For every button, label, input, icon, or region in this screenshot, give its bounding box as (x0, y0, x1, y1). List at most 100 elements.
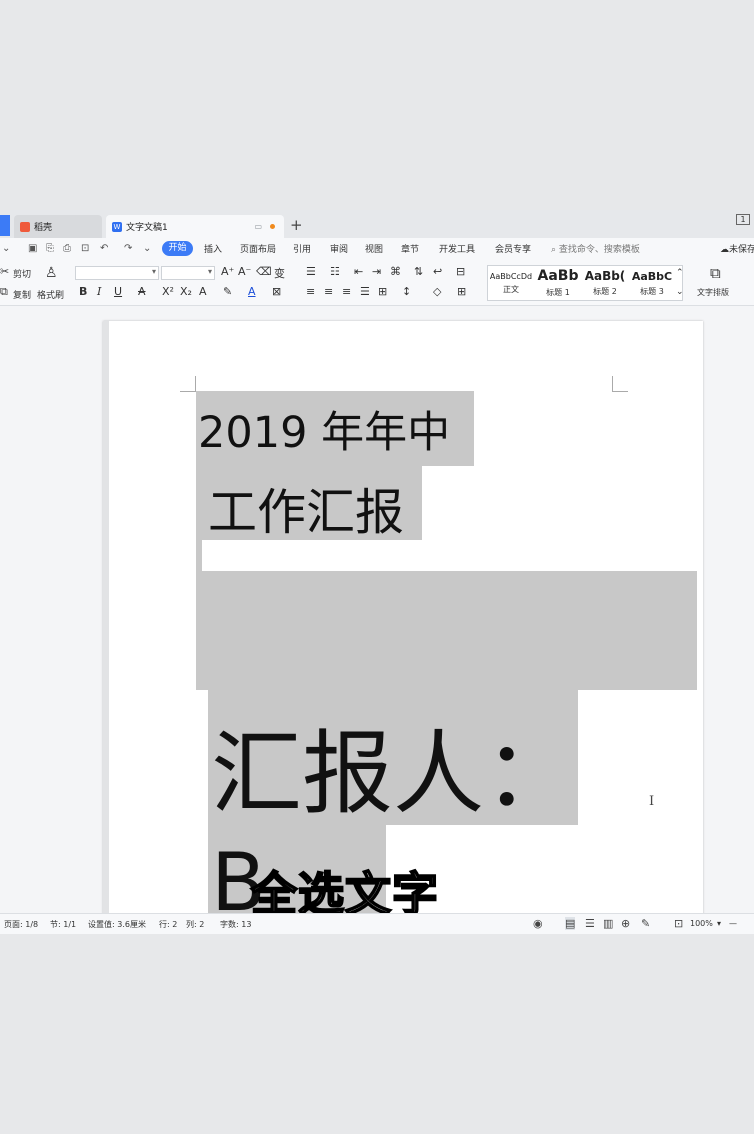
status-col: 列: 2 (186, 920, 205, 929)
justify-icon[interactable]: ☰ (360, 285, 370, 298)
doc-title-line2[interactable]: 工作汇报 (208, 473, 404, 544)
text-layout-button[interactable]: 文字排版 (697, 287, 729, 298)
monitor-icon[interactable]: ▭ (254, 222, 262, 231)
line-spacing-icon[interactable]: ↕ (402, 285, 411, 298)
write-icon[interactable]: ✎ (641, 917, 650, 930)
chinese-layout-icon[interactable]: ⌘ (390, 265, 401, 278)
writer-icon: W (112, 221, 122, 232)
undo-icon[interactable]: ↶ (100, 243, 108, 254)
style-heading-1[interactable]: AaBb 标题 1 (535, 268, 581, 298)
scissors-icon[interactable]: ✂ (0, 265, 9, 278)
status-setting[interactable]: 设置值: 3.6厘米 (88, 919, 146, 930)
borders-icon[interactable]: ⊞ (457, 285, 466, 298)
copy-icon[interactable]: ⧉ (0, 285, 8, 299)
subscript-icon[interactable]: X₂ (180, 285, 192, 298)
new-tab-button[interactable]: + (290, 216, 303, 234)
clear-format-icon[interactable]: ⌫ (256, 265, 272, 278)
menu-review[interactable]: 审阅 (330, 242, 348, 255)
print-icon[interactable]: ⎙ (63, 243, 71, 254)
menu-bar: ⌄ ▣ ⎘ ⎙ ⊡ ↶ ↷ ⌄ 开始 插入 页面布局 引用 审阅 视图 章节 开… (0, 238, 754, 260)
zoom-dropdown-icon[interactable]: ▾ (717, 919, 721, 928)
italic-icon[interactable]: I (97, 285, 101, 298)
zoom-level[interactable]: 100% (690, 919, 713, 928)
doc-title-line1[interactable]: 2019 年年中 (198, 398, 450, 460)
search-placeholder: 查找命令、搜索模板 (558, 245, 640, 255)
status-section[interactable]: 节: 1/1 (50, 919, 76, 930)
cut-button[interactable]: 剪切 (13, 267, 31, 280)
paragraph-mark-icon[interactable]: ↩ (433, 265, 442, 278)
strikethrough-icon[interactable]: A (138, 285, 146, 298)
web-view-icon[interactable]: ⊕ (621, 917, 630, 930)
fit-page-icon[interactable]: ⊡ (674, 917, 683, 930)
tab-ruler-icon[interactable]: ⊟ (456, 265, 465, 278)
text-effect-icon[interactable]: A (199, 285, 207, 298)
search-icon: ⌕ (551, 245, 557, 255)
save-icon[interactable]: ▣ (28, 243, 37, 254)
unsaved-dot-icon (270, 224, 275, 229)
save-status[interactable]: ☁未保存 (720, 242, 754, 255)
preview-icon[interactable]: ⊡ (81, 243, 89, 254)
menu-insert[interactable]: 插入 (204, 242, 222, 255)
align-center-icon[interactable]: ≡ (324, 285, 333, 298)
menu-references[interactable]: 引用 (293, 242, 311, 255)
superscript-icon[interactable]: X² (162, 285, 174, 298)
style-heading-3[interactable]: AaBbC 标题 3 (629, 268, 675, 297)
status-word-count[interactable]: 字数: 13 (220, 919, 251, 930)
bold-icon[interactable]: B (79, 285, 87, 298)
font-color-icon[interactable]: A (248, 285, 256, 298)
unsaved-label: 未保存 (729, 245, 754, 255)
command-search[interactable]: ⌕ 查找命令、搜索模板 (551, 242, 640, 255)
format-painter-button[interactable]: 格式刷 (37, 288, 64, 301)
window-count-button[interactable]: 1 (736, 214, 750, 225)
home-tab-edge[interactable] (0, 215, 10, 236)
menu-page-layout[interactable]: 页面布局 (240, 242, 276, 255)
zoom-out-button[interactable]: — (729, 919, 737, 928)
sort-icon[interactable]: ⇅ (414, 265, 423, 278)
chevron-down-icon[interactable]: ⌄ (2, 243, 10, 254)
bottom-blank-area (0, 934, 754, 1134)
page-view-icon[interactable]: ▤ (565, 917, 576, 930)
bullet-list-icon[interactable]: ☰ (306, 265, 316, 278)
increase-indent-icon[interactable]: ⇥ (372, 265, 381, 278)
eye-protection-icon[interactable]: ◉ (533, 917, 543, 930)
text-layout-icon[interactable]: ⧉ (710, 264, 721, 282)
numbered-list-icon[interactable]: ☷ (330, 265, 340, 278)
style-sample: AaBbC (631, 270, 673, 283)
menu-view[interactable]: 视图 (365, 242, 383, 255)
export-icon[interactable]: ⎘ (46, 243, 54, 254)
menu-developer[interactable]: 开发工具 (439, 242, 475, 255)
menu-start[interactable]: 开始 (162, 241, 193, 256)
menu-chapter[interactable]: 章节 (401, 242, 419, 255)
styles-scroll-icon[interactable]: ⌃ (676, 268, 684, 278)
align-left-icon[interactable]: ≡ (306, 285, 315, 298)
copy-button[interactable]: 复制 (13, 288, 31, 301)
more-icon[interactable]: ⌄ (143, 243, 151, 254)
font-size-combo[interactable] (161, 266, 215, 280)
format-painter-icon[interactable]: ♙ (45, 265, 58, 281)
style-heading-2[interactable]: AaBb( 标题 2 (582, 268, 628, 297)
tab-daoke[interactable]: 稻壳 (14, 215, 102, 238)
distributed-icon[interactable]: ⊞ (378, 285, 387, 298)
status-bar: 页面: 1/8 节: 1/1 设置值: 3.6厘米 行: 2 列: 2 字数: … (0, 913, 754, 934)
font-name-combo[interactable] (75, 266, 159, 280)
underline-icon[interactable]: U (114, 285, 122, 298)
tab-document[interactable]: W 文字文稿1 ▭ (106, 215, 284, 238)
phonetic-icon[interactable]: 变 (274, 265, 285, 281)
reading-view-icon[interactable]: ▥ (603, 917, 613, 930)
align-right-icon[interactable]: ≡ (342, 285, 351, 298)
char-border-icon[interactable]: ⊠ (272, 285, 281, 298)
shrink-font-icon[interactable]: A⁻ (238, 265, 251, 278)
menu-membership[interactable]: 会员专享 (495, 242, 531, 255)
outline-view-icon[interactable]: ☰ (585, 917, 595, 930)
decrease-indent-icon[interactable]: ⇤ (354, 265, 363, 278)
redo-icon[interactable]: ↷ (124, 243, 132, 254)
cloud-icon: ☁ (720, 245, 729, 255)
grow-font-icon[interactable]: A⁺ (221, 265, 234, 278)
style-sample: AaBb (537, 268, 579, 284)
doc-reporter-label[interactable]: 汇报人： (211, 700, 575, 832)
style-normal[interactable]: AaBbCcDd 正文 (488, 268, 534, 295)
status-page[interactable]: 页面: 1/8 (4, 919, 38, 930)
highlight-icon[interactable]: ✎ (223, 285, 232, 298)
shading-icon[interactable]: ◇ (433, 285, 441, 298)
styles-more-icon[interactable]: ⌄ (676, 287, 684, 297)
